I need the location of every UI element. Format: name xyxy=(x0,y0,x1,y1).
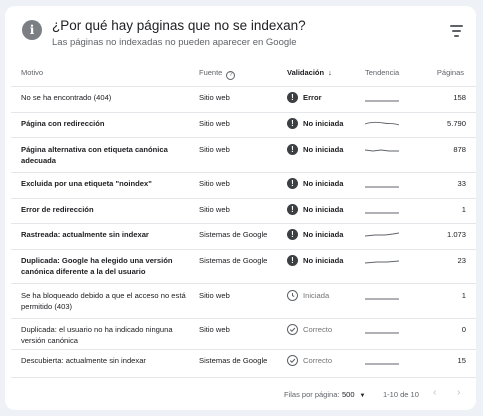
row-divider xyxy=(11,86,476,87)
next-page-icon[interactable]: › xyxy=(457,387,460,398)
validation-status-label: Correcto xyxy=(303,356,333,365)
reason-cell: Duplicada: el usuario no ha indicado nin… xyxy=(21,325,173,345)
validation-status-label: Iniciada xyxy=(303,291,330,300)
validation-status-label: No iniciada xyxy=(303,230,344,239)
error-icon: ! xyxy=(287,229,298,240)
column-header-validation[interactable]: Validación ↓ xyxy=(287,68,332,77)
row-divider xyxy=(11,349,476,350)
reason-cell: Descubierta: actualmente sin indexar xyxy=(21,356,146,365)
source-cell: Sitio web xyxy=(199,325,230,334)
trend-sparkline xyxy=(365,149,399,152)
row-divider xyxy=(11,137,476,138)
info-icon[interactable]: i xyxy=(22,20,42,40)
pages-count: 878 xyxy=(453,145,466,154)
reason-cell: Página con redirección xyxy=(21,119,105,128)
validation-status-label: No iniciada xyxy=(303,145,344,154)
error-icon: ! xyxy=(287,118,298,129)
row-divider xyxy=(11,223,476,224)
pages-count: 158 xyxy=(453,93,466,102)
trend-sparkline xyxy=(365,363,399,365)
pages-count: 1 xyxy=(461,291,466,300)
validation-status-label: Error xyxy=(303,93,322,102)
card-header: i ¿Por qué hay páginas que no se indexan… xyxy=(5,6,476,56)
chevron-down-icon: ▼ xyxy=(359,393,366,399)
reason-cell: Página alternativa con etiqueta canónica… xyxy=(21,145,168,165)
pages-count: 5.790 xyxy=(446,119,466,128)
validation-status-label: No iniciada xyxy=(303,119,344,128)
sort-arrow-down-icon: ↓ xyxy=(328,68,332,77)
rows-per-page-label: Filas por página: xyxy=(284,390,340,399)
rows-per-page-select[interactable]: 500 ▼ xyxy=(342,390,365,399)
validation-status-label: No iniciada xyxy=(303,179,344,188)
card-subtitle: Las páginas no indexadas no pueden apare… xyxy=(52,37,297,48)
reason-cell: Se ha bloqueado debido a que el acceso n… xyxy=(21,291,186,311)
column-header-source[interactable]: Fuente? xyxy=(199,68,236,80)
trend-sparkline xyxy=(365,186,399,188)
filter-icon[interactable] xyxy=(450,24,466,38)
trend-sparkline xyxy=(365,260,399,264)
check-circle-icon xyxy=(287,355,298,366)
source-cell: Sitio web xyxy=(199,93,230,102)
source-cell: Sistemas de Google xyxy=(199,230,268,239)
reason-cell: Error de redirección xyxy=(21,205,94,214)
row-divider xyxy=(11,283,476,284)
source-cell: Sitio web xyxy=(199,179,230,188)
trend-line xyxy=(365,149,399,152)
column-header-source-label: Fuente xyxy=(199,68,223,77)
row-divider xyxy=(11,249,476,250)
source-cell: Sistemas de Google xyxy=(199,356,268,365)
rows-per-page-value: 500 xyxy=(342,390,355,399)
clock-icon xyxy=(287,290,298,301)
reason-cell: Rastreada: actualmente sin indexar xyxy=(21,230,149,239)
column-header-trend: Tendencia xyxy=(365,68,400,77)
pages-count: 23 xyxy=(457,256,466,265)
validation-status-label: No iniciada xyxy=(303,205,344,214)
pagination-range: 1-10 de 10 xyxy=(383,390,419,399)
row-divider xyxy=(11,377,476,378)
validation-status-label: Correcto xyxy=(303,325,333,334)
pages-count: 15 xyxy=(457,356,466,365)
trend-sparkline xyxy=(365,212,399,214)
trend-sparkline xyxy=(365,121,399,126)
card-title: ¿Por qué hay páginas que no se indexan? xyxy=(52,18,306,33)
source-cell: Sistemas de Google xyxy=(199,256,268,265)
column-header-reason: Motivo xyxy=(21,68,44,77)
error-icon: ! xyxy=(287,92,298,103)
column-header-validation-label: Validación xyxy=(287,68,325,77)
trend-sparkline xyxy=(365,100,399,102)
trend-line xyxy=(365,260,399,264)
row-divider xyxy=(11,198,476,199)
not-indexed-card: i ¿Por qué hay páginas que no se indexan… xyxy=(5,6,476,410)
trend-sparkline xyxy=(365,298,399,300)
source-cell: Sitio web xyxy=(199,291,230,300)
pages-count: 33 xyxy=(457,179,466,188)
error-icon: ! xyxy=(287,178,298,189)
row-divider xyxy=(11,112,476,113)
validation-status-label: No iniciada xyxy=(303,256,344,265)
trend-line xyxy=(365,232,399,237)
source-cell: Sitio web xyxy=(199,145,230,154)
reason-cell: Excluida por una etiqueta "noindex" xyxy=(21,179,152,188)
error-icon: ! xyxy=(287,204,298,215)
pages-count: 1 xyxy=(461,205,466,214)
row-divider xyxy=(11,318,476,319)
source-cell: Sitio web xyxy=(199,119,230,128)
check-circle-icon xyxy=(287,324,298,335)
help-icon[interactable]: ? xyxy=(226,71,236,80)
pages-count: 1.073 xyxy=(446,230,466,239)
pages-count: 0 xyxy=(461,325,466,334)
trend-sparkline xyxy=(365,232,399,237)
column-header-pages: Páginas xyxy=(436,68,464,77)
previous-page-icon[interactable]: ‹ xyxy=(433,387,436,398)
error-icon: ! xyxy=(287,144,298,155)
reason-cell: Duplicada: Google ha elegido una versión… xyxy=(21,256,173,276)
reason-cell: No se ha encontrado (404) xyxy=(21,93,112,102)
error-icon: ! xyxy=(287,255,298,266)
trend-line xyxy=(365,121,399,126)
source-cell: Sitio web xyxy=(199,205,230,214)
trend-sparkline xyxy=(365,332,399,334)
row-divider xyxy=(11,172,476,173)
